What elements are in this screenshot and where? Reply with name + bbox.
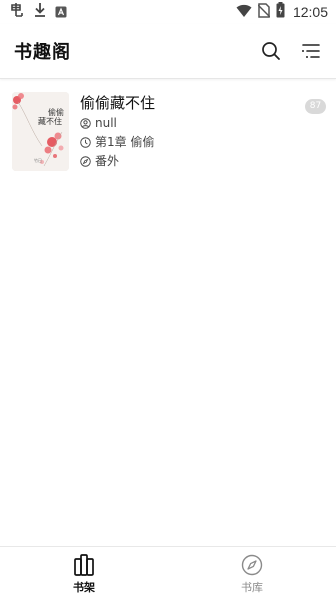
book-author-row: null — [80, 114, 324, 132]
book-source: 番外 — [95, 154, 120, 168]
unread-count-badge: 87 — [305, 99, 326, 114]
compass-icon — [80, 155, 91, 167]
book-chapter-row: 第1章 偷偷 — [80, 133, 324, 151]
download-icon — [33, 2, 47, 22]
cover-title-line1: 偷偷 — [48, 107, 64, 117]
app-title: 书趣阁 — [14, 42, 71, 63]
nav-item-library[interactable]: 书库 — [168, 547, 336, 600]
clock-icon — [80, 136, 91, 148]
book-item[interactable]: 偷偷 藏不住 竹已 偷偷藏不住 null 第1章 偷偷 番外 87 — [0, 80, 336, 180]
user-icon — [80, 117, 91, 129]
android-icon — [55, 3, 67, 22]
status-bar: 12:05 — [0, 0, 336, 24]
sort-menu-icon — [302, 44, 320, 58]
book-info: 偷偷藏不住 null 第1章 偷偷 番外 — [80, 92, 324, 180]
status-bar-system: 12:05 — [236, 2, 328, 22]
nav-item-bookshelf[interactable]: 书架 — [0, 547, 168, 600]
cover-title-line2: 藏不住 — [38, 116, 62, 126]
app-bar: 书趣阁 — [0, 24, 336, 79]
book-author: null — [95, 116, 117, 130]
book-source-row: 番外 — [80, 152, 324, 170]
bottom-navigation: 书架 书库 — [0, 546, 336, 600]
bookshelf-icon — [74, 554, 94, 576]
nav-label-bookshelf: 书架 — [73, 581, 95, 594]
status-bar-notifications — [9, 2, 67, 22]
search-icon — [262, 42, 280, 60]
clock-time: 12:05 — [292, 4, 328, 20]
book-cover: 偷偷 藏不住 竹已 — [12, 92, 69, 171]
no-sim-icon — [257, 2, 271, 22]
book-title: 偷偷藏不住 — [80, 94, 156, 112]
app-notification-icon — [9, 2, 25, 22]
compass-icon — [241, 554, 263, 576]
search-button[interactable] — [260, 40, 282, 62]
menu-button[interactable] — [300, 40, 322, 62]
cover-author: 竹已 — [34, 157, 42, 163]
app-bar-actions — [260, 40, 322, 62]
book-cover-art: 偷偷 藏不住 竹已 — [12, 92, 69, 171]
wifi-icon — [236, 3, 252, 22]
bookshelf-list: 偷偷 藏不住 竹已 偷偷藏不住 null 第1章 偷偷 番外 87 — [0, 80, 336, 180]
battery-icon — [276, 2, 285, 22]
book-latest-chapter: 第1章 偷偷 — [95, 135, 155, 149]
nav-label-library: 书库 — [241, 581, 263, 594]
